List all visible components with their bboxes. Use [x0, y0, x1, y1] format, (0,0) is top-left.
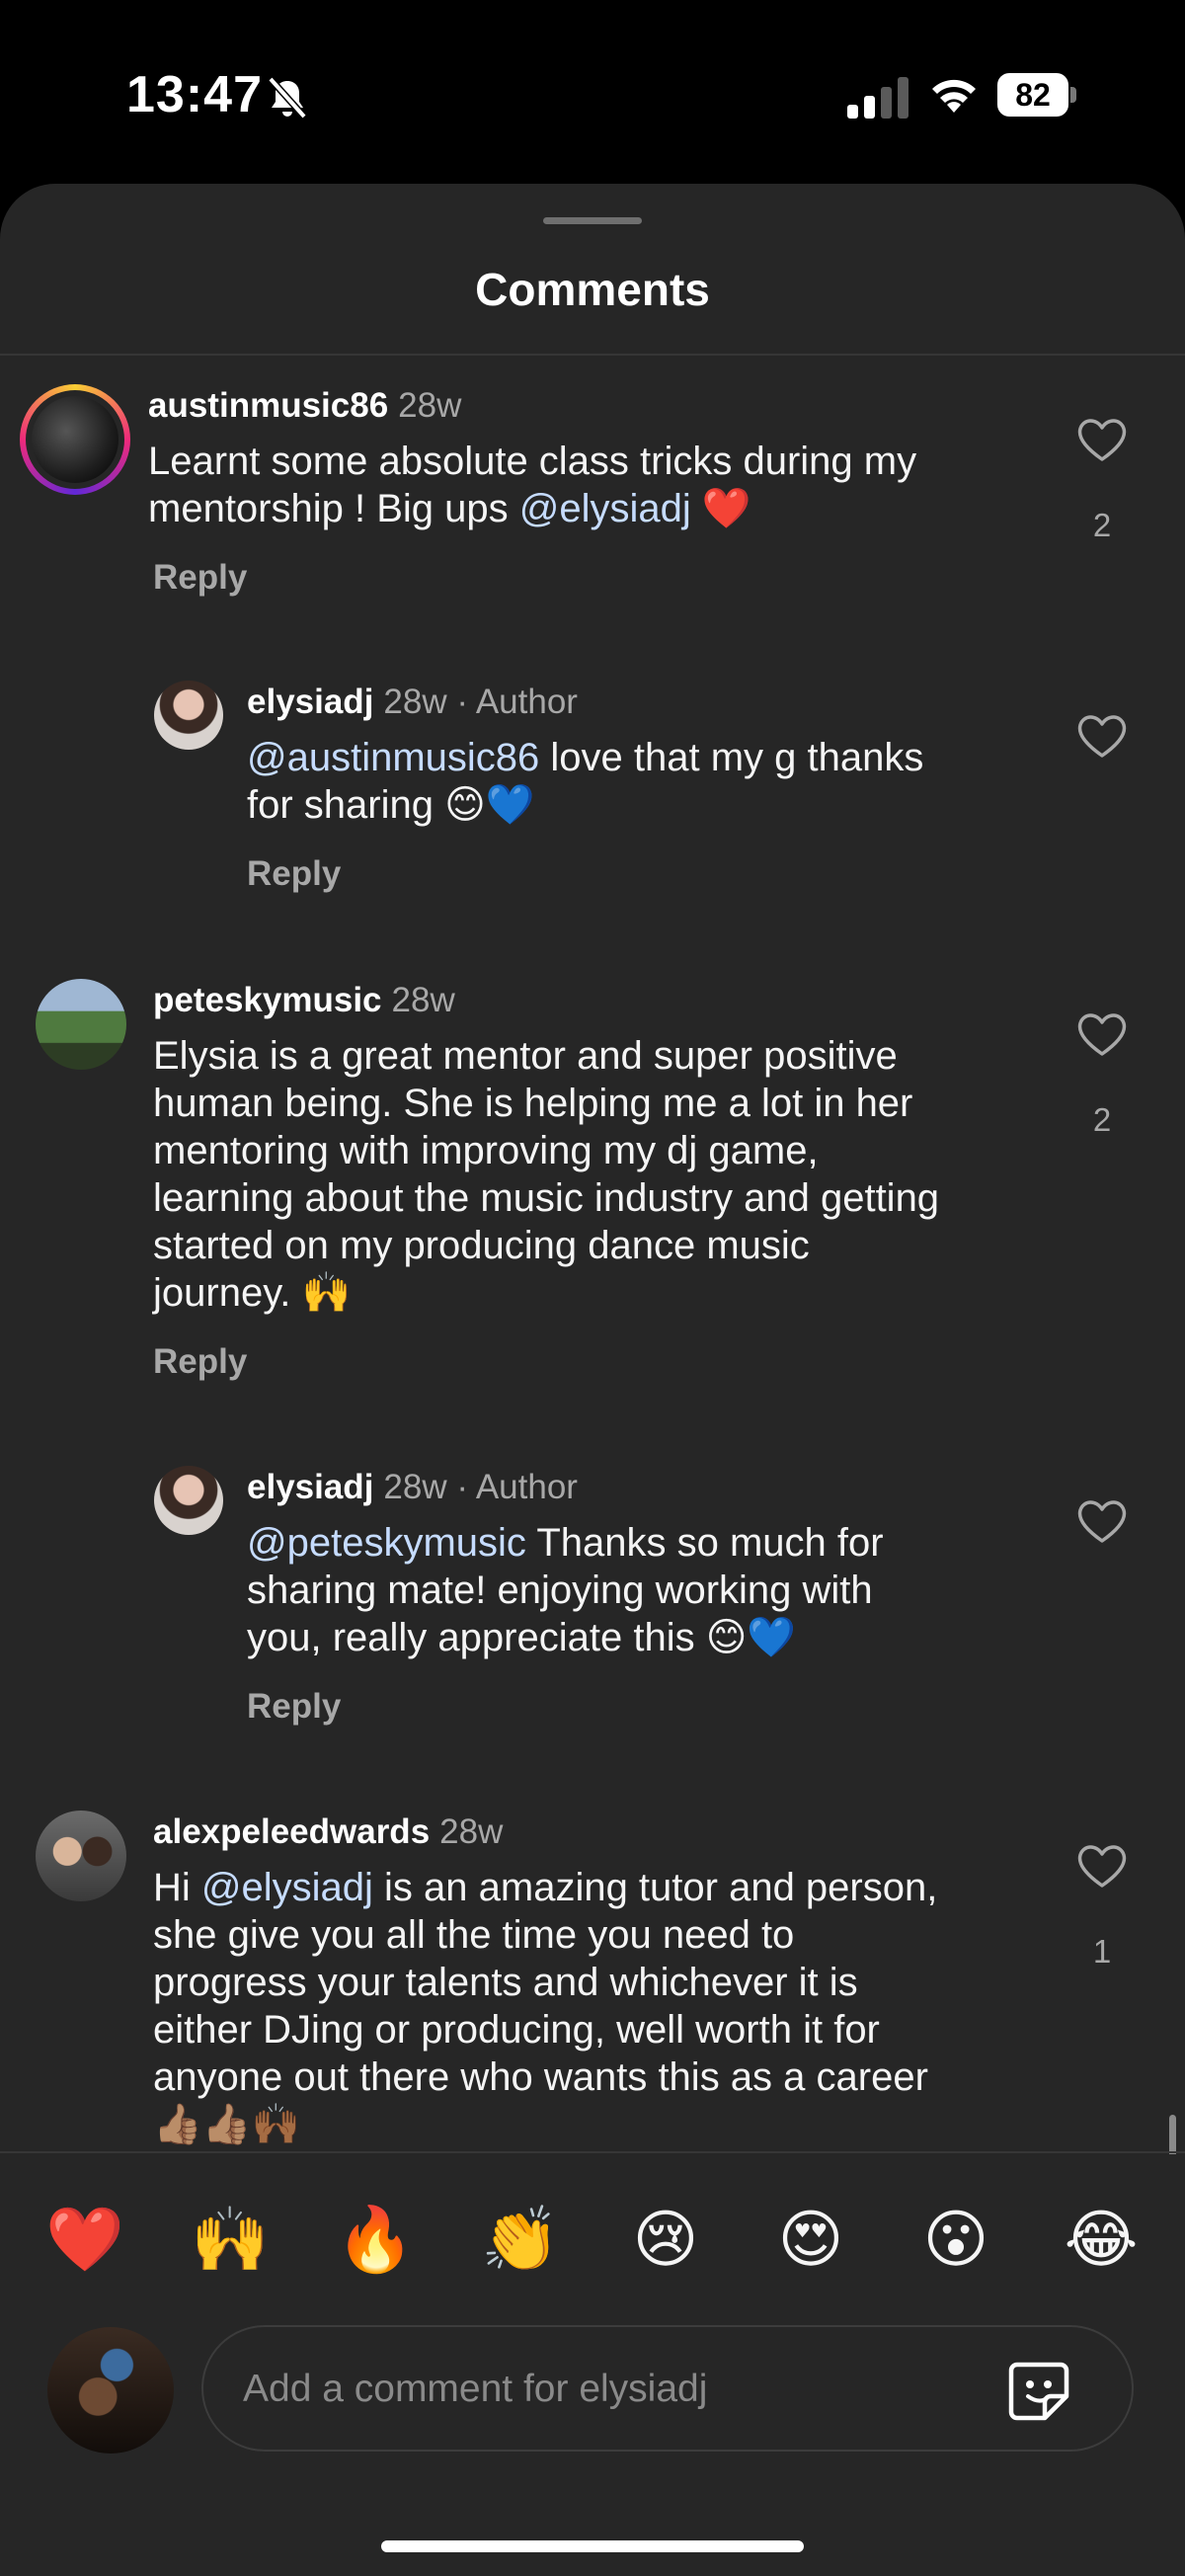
- avatar-story-ring[interactable]: [20, 384, 130, 495]
- comment-age: 28w: [398, 386, 462, 425]
- comment-text-line: Thanks so much for: [525, 1521, 884, 1565]
- avatar[interactable]: [36, 1811, 126, 1901]
- comment-text: Hi @elysiadj is an amazing tutor and per…: [153, 1864, 1042, 2148]
- reply-button[interactable]: Reply: [247, 1687, 341, 1727]
- author-tag: · Author: [456, 1468, 578, 1506]
- battery-indicator: 82: [997, 73, 1078, 119]
- comments-sheet: Comments austinmusic86 28w Learnt some ab…: [0, 184, 1185, 2576]
- comment-meta: peteskymusic 28w: [153, 981, 455, 1020]
- mention-link[interactable]: @elysiadj: [519, 487, 691, 530]
- comment-username[interactable]: alexpeleedwards: [153, 1812, 430, 1851]
- status-bar: 13:47 82: [0, 0, 1185, 188]
- heart-icon[interactable]: [1076, 416, 1128, 463]
- comment-text-emoji: ❤️: [690, 487, 751, 530]
- comment-text-line: Hi: [153, 1866, 201, 1909]
- comment-text-line: human being. She is helping me a lot in …: [153, 1082, 913, 1125]
- mention-link[interactable]: @peteskymusic: [247, 1521, 526, 1565]
- comment-text-line: sharing mate! enjoying working with: [247, 1569, 873, 1612]
- scrollbar-thumb[interactable]: [1169, 2115, 1176, 2154]
- comment-text: Elysia is a great mentor and super posit…: [153, 1032, 1042, 1317]
- comment-text-line: mentorship ! Big ups: [148, 487, 519, 530]
- comment-text-line: progress your talents and whichever it i…: [153, 1961, 858, 2004]
- avatar[interactable]: [154, 681, 223, 750]
- emoji-fire-button[interactable]: 🔥: [336, 2201, 415, 2280]
- comment-text-line: Elysia is a great mentor and super posit…: [153, 1034, 898, 1078]
- comment-text: @peteskymusic Thanks so much for sharing…: [247, 1519, 1037, 1661]
- comment-text-line: journey. 🙌: [153, 1271, 352, 1315]
- comment-username[interactable]: austinmusic86: [148, 386, 388, 425]
- emoji-raised-hands-button[interactable]: 🙌: [191, 2201, 270, 2280]
- battery-level: 82: [997, 73, 1068, 117]
- heart-icon[interactable]: [1076, 1842, 1128, 1890]
- comment-age: 28w: [383, 1468, 447, 1506]
- like-count: 2: [1092, 1101, 1112, 1138]
- heart-icon[interactable]: [1076, 1497, 1128, 1545]
- comment-text-line: either DJing or producing, well worth it…: [153, 2008, 880, 2052]
- emoji-laughing-button[interactable]: 😂: [1062, 2201, 1141, 2280]
- comment-text: Learnt some absolute class tricks during…: [148, 438, 1017, 532]
- reply-button[interactable]: Reply: [153, 1342, 247, 1382]
- comment-text: @austinmusic86 love that my g thanks for…: [247, 734, 1037, 829]
- bell-muted-icon: [268, 76, 307, 120]
- current-user-avatar[interactable]: [47, 2327, 174, 2454]
- comment-text-line: learning about the music industry and ge…: [153, 1176, 940, 1220]
- comment-text-line: started on my producing dance music: [153, 1224, 810, 1267]
- like-count: 2: [1092, 507, 1112, 543]
- comment-composer[interactable]: [201, 2325, 1134, 2452]
- emoji-heart-button[interactable]: ❤️: [45, 2201, 124, 2280]
- comments-list[interactable]: austinmusic86 28w Learnt some absolute cl…: [0, 357, 1185, 2154]
- emoji-crying-button[interactable]: 😢: [626, 2201, 705, 2280]
- comment-text-line: you, really appreciate this 😊💙: [247, 1616, 797, 1659]
- emoji-surprised-button[interactable]: 😮: [916, 2201, 995, 2280]
- comment-text-line: is an amazing tutor and person,: [372, 1866, 938, 1909]
- status-time: 13:47: [126, 66, 263, 123]
- sheet-title: Comments: [475, 264, 710, 315]
- comment-text-line: she give you all the time you need to: [153, 1913, 795, 1957]
- reply-button[interactable]: Reply: [153, 558, 247, 598]
- comment-input[interactable]: [241, 2327, 956, 2452]
- mention-link[interactable]: @elysiadj: [201, 1866, 373, 1909]
- home-indicator: [381, 2540, 804, 2552]
- sticker-icon[interactable]: [1003, 2355, 1074, 2426]
- comment-age: 28w: [439, 1812, 504, 1851]
- comment-text-emoji: 👍🏽👍🏽🙌🏾: [153, 2103, 301, 2146]
- heart-icon[interactable]: [1076, 1010, 1128, 1058]
- comment-age: 28w: [391, 981, 455, 1019]
- comment-username[interactable]: peteskymusic: [153, 981, 382, 1019]
- avatar[interactable]: [154, 1466, 223, 1535]
- comment-meta: elysiadj 28w · Author: [247, 1468, 578, 1507]
- comment-text-line: for sharing 😊💙: [247, 783, 535, 827]
- emoji-bar-divider: [0, 2151, 1185, 2153]
- author-tag: · Author: [456, 683, 578, 721]
- comment-meta: austinmusic86 28w: [148, 386, 461, 426]
- comment-text-line: love that my g thanks: [539, 736, 924, 779]
- avatar: [32, 396, 118, 483]
- avatar[interactable]: [36, 979, 126, 1070]
- emoji-clap-button[interactable]: 👏: [481, 2201, 560, 2280]
- battery-cap: [1070, 87, 1076, 103]
- comment-username[interactable]: elysiadj: [247, 683, 373, 721]
- cellular-signal-icon: [847, 77, 908, 119]
- sheet-divider: [0, 354, 1185, 356]
- comment-meta: alexpeleedwards 28w: [153, 1812, 503, 1852]
- comment-text-line: anyone out there who wants this as a car…: [153, 2055, 928, 2099]
- comment-age: 28w: [383, 683, 447, 721]
- emoji-heart-eyes-button[interactable]: 😍: [771, 2201, 850, 2280]
- comment-username[interactable]: elysiadj: [247, 1468, 373, 1506]
- like-count: 1: [1092, 1933, 1112, 1970]
- wifi-icon: [932, 79, 976, 113]
- mention-link[interactable]: @austinmusic86: [247, 736, 539, 779]
- sheet-grabber[interactable]: [543, 217, 642, 224]
- reply-button[interactable]: Reply: [247, 854, 341, 894]
- heart-icon[interactable]: [1076, 712, 1128, 760]
- comment-meta: elysiadj 28w · Author: [247, 683, 578, 722]
- comment-text-line: Learnt some absolute class tricks during…: [148, 440, 917, 483]
- comment-text-line: mentoring with improving my dj game,: [153, 1129, 819, 1172]
